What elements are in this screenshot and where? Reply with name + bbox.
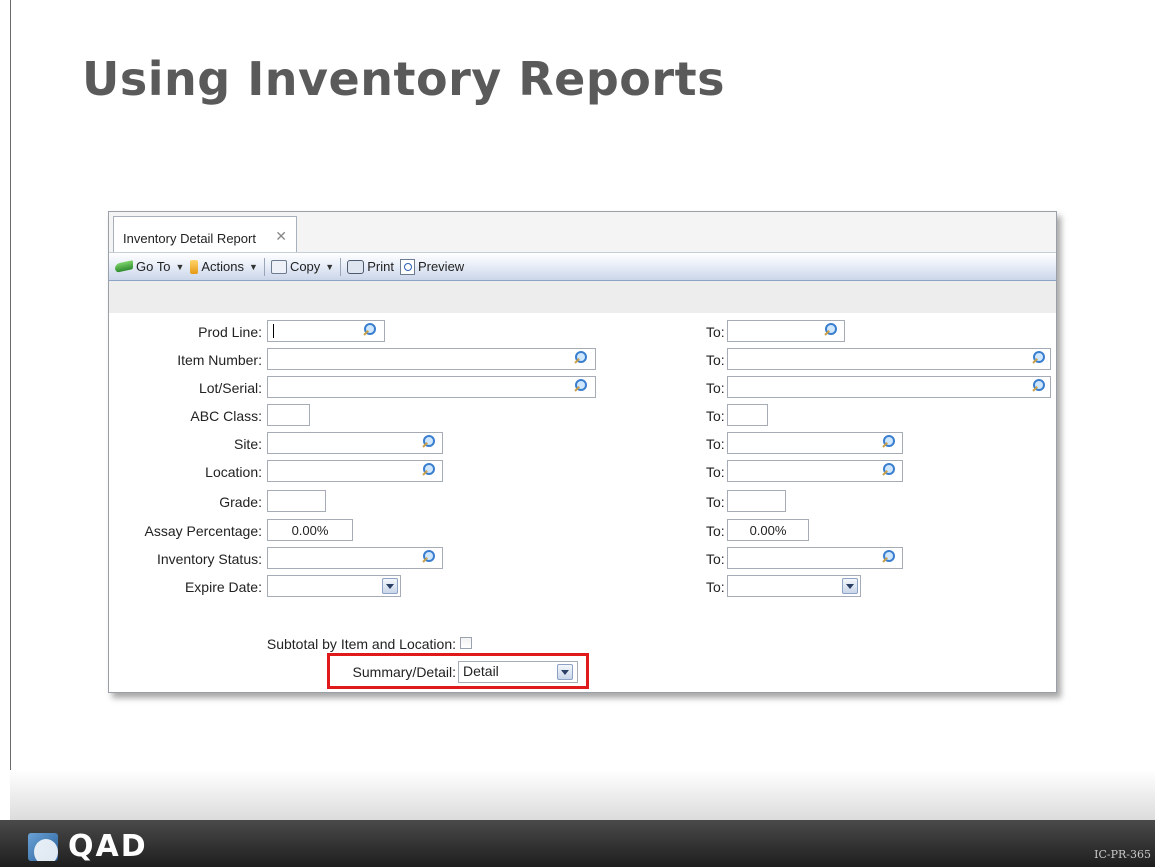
actions-button[interactable]: Actions ▼: [190, 259, 258, 274]
location-to-label: To:: [706, 464, 725, 480]
item-number-label: Item Number:: [177, 352, 262, 368]
assay-percentage-to-label: To:: [706, 523, 725, 539]
footer-bar: [0, 820, 1155, 867]
close-icon[interactable]: ✕: [275, 228, 287, 245]
lookup-icon[interactable]: [1032, 351, 1046, 365]
assay-percentage-input[interactable]: 0.00%: [267, 519, 353, 541]
logo-icon: [28, 832, 58, 861]
site-to-input[interactable]: [727, 432, 903, 454]
tab-label: Inventory Detail Report: [123, 231, 256, 246]
abc-class-to-label: To:: [706, 408, 725, 424]
prod-line-label: Prod Line:: [198, 324, 262, 340]
tab-bar: Inventory Detail Report ✕: [109, 212, 1056, 253]
lookup-icon[interactable]: [882, 435, 896, 449]
expire-date-to-select[interactable]: [727, 575, 861, 597]
dropdown-arrow-icon: ▼: [175, 261, 185, 272]
copy-label: Copy: [289, 259, 321, 274]
item-number-to-input[interactable]: [727, 348, 1051, 370]
abc-class-label: ABC Class:: [190, 408, 262, 424]
item-number-to-label: To:: [706, 352, 725, 368]
toolbar-separator: [263, 257, 265, 276]
slide-title: Using Inventory Reports: [82, 52, 725, 106]
lookup-icon[interactable]: [824, 323, 838, 337]
location-label: Location:: [205, 464, 262, 480]
grade-input[interactable]: [267, 490, 326, 512]
copy-icon: [270, 259, 287, 274]
lot-serial-to-label: To:: [706, 380, 725, 396]
grade-to-input[interactable]: [727, 490, 786, 512]
location-to-input[interactable]: [727, 460, 903, 482]
inventory-status-label: Inventory Status:: [156, 551, 262, 567]
print-button[interactable]: Print: [347, 259, 394, 274]
location-input[interactable]: [267, 460, 443, 482]
print-label: Print: [367, 259, 394, 274]
actions-icon: [190, 259, 199, 274]
toolbar-separator: [340, 257, 342, 276]
lookup-icon[interactable]: [1032, 379, 1046, 393]
preview-label: Preview: [417, 259, 465, 274]
lookup-icon[interactable]: [422, 463, 436, 477]
inventory-status-to-input[interactable]: [727, 547, 903, 569]
goto-button[interactable]: Go To ▼: [115, 259, 184, 274]
abc-class-to-input[interactable]: [727, 404, 768, 426]
inventory-status-to-label: To:: [706, 551, 725, 567]
lot-serial-input[interactable]: [267, 376, 596, 398]
expire-date-label: Expire Date:: [184, 579, 262, 595]
lookup-icon[interactable]: [574, 379, 588, 393]
expire-date-select[interactable]: [267, 575, 401, 597]
chevron-down-icon[interactable]: [382, 578, 398, 594]
goto-label: Go To: [136, 259, 171, 274]
lookup-icon[interactable]: [882, 550, 896, 564]
assay-percentage-label: Assay Percentage:: [144, 523, 262, 539]
lot-serial-to-input[interactable]: [727, 376, 1051, 398]
site-input[interactable]: [267, 432, 443, 454]
summary-detail-label: Summary/Detail:: [352, 664, 456, 680]
lookup-icon[interactable]: [882, 463, 896, 477]
site-to-label: To:: [706, 436, 725, 452]
printer-icon: [347, 259, 365, 274]
text-cursor: [273, 324, 274, 338]
logo-text: QAD: [68, 829, 148, 864]
toolbar: Go To ▼ Actions ▼ Copy ▼ Print Preview: [109, 253, 1056, 281]
lookup-icon[interactable]: [363, 323, 377, 337]
subtotal-label: Subtotal by Item and Location:: [266, 636, 456, 652]
slide-code: IC-PR-365: [1094, 848, 1151, 861]
footer-fade: [10, 770, 1155, 820]
lookup-icon[interactable]: [574, 351, 588, 365]
expire-date-to-label: To:: [706, 579, 725, 595]
tab-inventory-detail-report[interactable]: Inventory Detail Report ✕: [113, 216, 297, 252]
actions-label: Actions: [201, 259, 245, 274]
goto-icon: [115, 260, 133, 273]
preview-button[interactable]: Preview: [399, 258, 465, 275]
subtotal-checkbox[interactable]: [460, 637, 472, 649]
header-strip: [109, 281, 1056, 313]
preview-icon: [399, 258, 415, 275]
lot-serial-label: Lot/Serial:: [198, 380, 262, 396]
site-label: Site:: [233, 436, 262, 452]
assay-percentage-to-input[interactable]: 0.00%: [727, 519, 809, 541]
lookup-icon[interactable]: [422, 550, 436, 564]
prod-line-to-label: To:: [706, 324, 725, 340]
lookup-icon[interactable]: [422, 435, 436, 449]
chevron-down-icon[interactable]: [842, 578, 858, 594]
inventory-status-input[interactable]: [267, 547, 443, 569]
grade-label: Grade:: [219, 494, 262, 510]
dropdown-arrow-icon: ▼: [249, 261, 258, 272]
summary-detail-value: Detail: [463, 663, 499, 679]
item-number-input[interactable]: [267, 348, 596, 370]
copy-button[interactable]: Copy ▼: [270, 259, 335, 274]
report-window: Inventory Detail Report ✕ Go To ▼ Action…: [108, 211, 1057, 693]
grade-to-label: To:: [706, 494, 725, 510]
abc-class-input[interactable]: [267, 404, 310, 426]
qad-logo: QAD: [28, 829, 148, 864]
chevron-down-icon[interactable]: [557, 664, 573, 680]
dropdown-arrow-icon: ▼: [325, 261, 335, 272]
